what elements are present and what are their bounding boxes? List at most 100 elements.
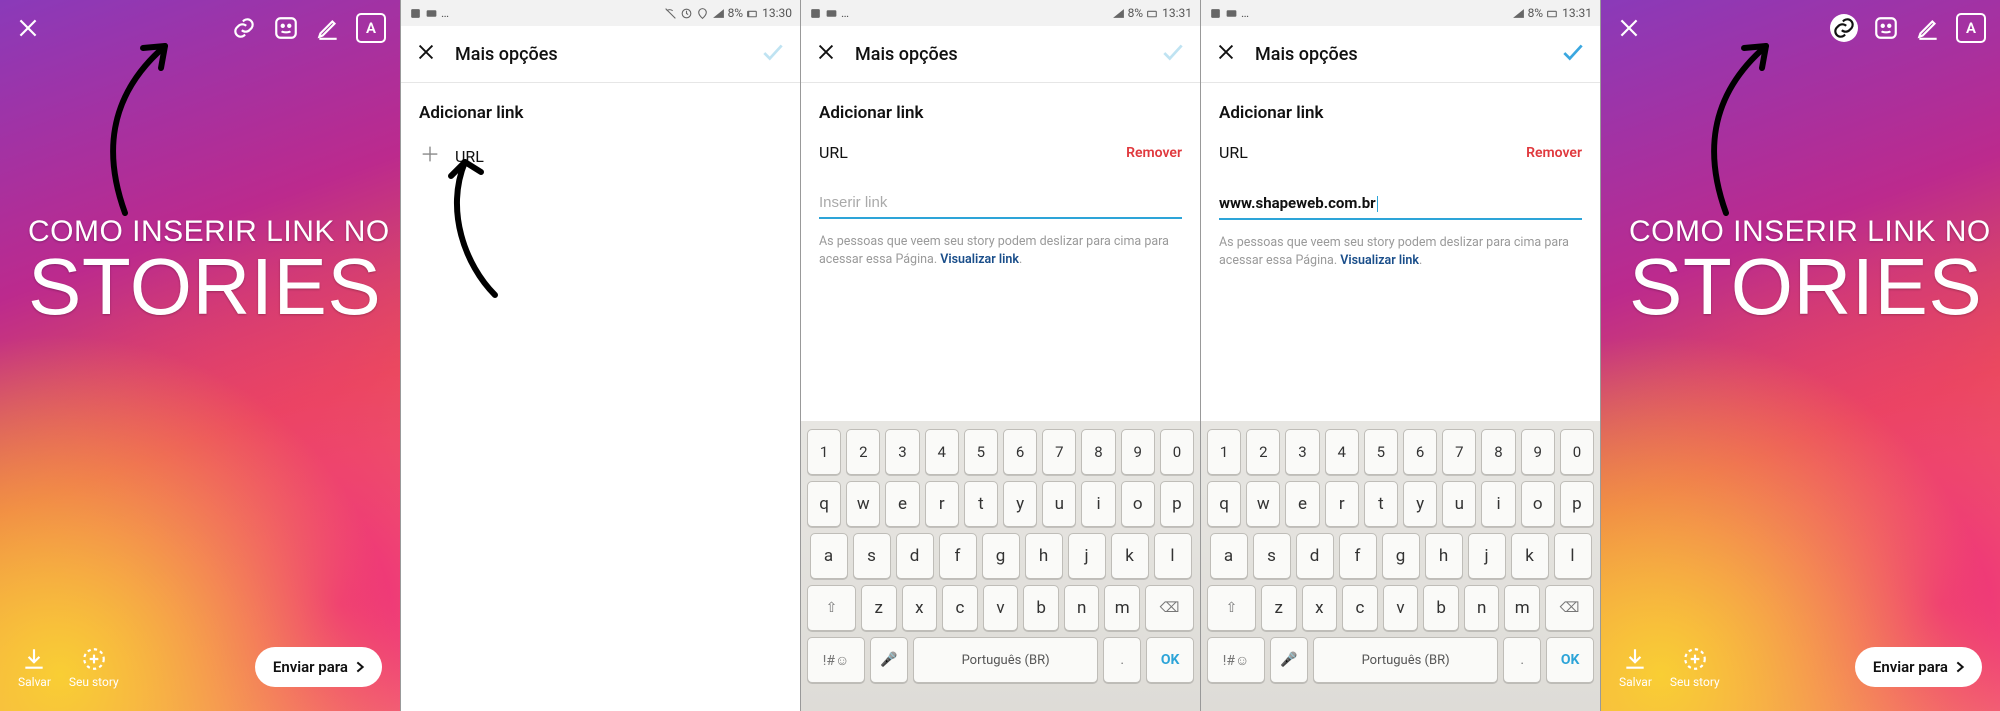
key-x[interactable]: x: [1302, 585, 1338, 631]
key-t[interactable]: t: [1364, 481, 1398, 527]
sticker-icon[interactable]: [1872, 14, 1900, 42]
key-o[interactable]: o: [1121, 481, 1155, 527]
remove-link[interactable]: Remover: [1126, 145, 1182, 161]
preview-link[interactable]: Visualizar link: [940, 252, 1019, 267]
keyboard[interactable]: 1234567890 qwertyuiop asdfghjkl ⇧ zxcvbn…: [801, 421, 1200, 711]
close-icon[interactable]: [1215, 41, 1237, 67]
key-a[interactable]: a: [810, 533, 848, 579]
dot-key[interactable]: .: [1103, 637, 1141, 683]
key-j[interactable]: j: [1068, 533, 1106, 579]
key-h[interactable]: h: [1025, 533, 1063, 579]
key-t[interactable]: t: [964, 481, 998, 527]
key-b[interactable]: b: [1023, 585, 1059, 631]
key-m[interactable]: m: [1104, 585, 1140, 631]
preview-link[interactable]: Visualizar link: [1340, 253, 1419, 268]
key-d[interactable]: d: [1296, 533, 1334, 579]
key-0[interactable]: 0: [1160, 429, 1194, 475]
key-b[interactable]: b: [1423, 585, 1459, 631]
key-4[interactable]: 4: [925, 429, 959, 475]
key-s[interactable]: s: [1253, 533, 1291, 579]
close-icon[interactable]: [415, 41, 437, 67]
save-button[interactable]: Salvar: [1619, 646, 1652, 689]
confirm-icon[interactable]: [1560, 39, 1586, 69]
key-n[interactable]: n: [1064, 585, 1100, 631]
remove-link[interactable]: Remover: [1526, 145, 1582, 161]
key-3[interactable]: 3: [1285, 429, 1319, 475]
url-input[interactable]: www.shapeweb.com.br: [1219, 190, 1582, 220]
key-6[interactable]: 6: [1403, 429, 1437, 475]
key-3[interactable]: 3: [885, 429, 919, 475]
sticker-icon[interactable]: [272, 14, 300, 42]
backspace-key[interactable]: ⌫: [1145, 585, 1194, 631]
save-button[interactable]: Salvar: [18, 646, 51, 689]
key-9[interactable]: 9: [1121, 429, 1155, 475]
key-o[interactable]: o: [1521, 481, 1555, 527]
key-q[interactable]: q: [807, 481, 841, 527]
key-v[interactable]: v: [1383, 585, 1419, 631]
key-z[interactable]: z: [1261, 585, 1297, 631]
key-p[interactable]: p: [1160, 481, 1194, 527]
close-icon[interactable]: [14, 14, 42, 42]
link-icon[interactable]: [230, 14, 258, 42]
key-y[interactable]: y: [1003, 481, 1037, 527]
key-6[interactable]: 6: [1003, 429, 1037, 475]
key-g[interactable]: g: [982, 533, 1020, 579]
key-1[interactable]: 1: [807, 429, 841, 475]
backspace-key[interactable]: ⌫: [1545, 585, 1594, 631]
close-icon[interactable]: [1615, 14, 1643, 42]
space-key[interactable]: Português (BR): [913, 637, 1098, 683]
key-w[interactable]: w: [1246, 481, 1280, 527]
key-k[interactable]: k: [1511, 533, 1549, 579]
keyboard[interactable]: 1234567890 qwertyuiop asdfghjkl ⇧ zxcvbn…: [1201, 421, 1600, 711]
your-story-button[interactable]: Seu story: [1670, 646, 1720, 689]
key-2[interactable]: 2: [846, 429, 880, 475]
key-p[interactable]: p: [1560, 481, 1594, 527]
confirm-icon[interactable]: [760, 39, 786, 69]
key-5[interactable]: 5: [964, 429, 998, 475]
draw-icon[interactable]: [314, 14, 342, 42]
key-8[interactable]: 8: [1481, 429, 1515, 475]
key-w[interactable]: w: [846, 481, 880, 527]
send-to-button[interactable]: Enviar para: [255, 647, 382, 687]
key-u[interactable]: u: [1442, 481, 1476, 527]
ok-key[interactable]: OK: [1146, 637, 1194, 683]
text-icon[interactable]: A: [356, 13, 386, 43]
key-x[interactable]: x: [902, 585, 938, 631]
key-c[interactable]: c: [1342, 585, 1378, 631]
space-key[interactable]: Português (BR): [1313, 637, 1498, 683]
symbols-key[interactable]: !#☺: [807, 637, 865, 683]
key-9[interactable]: 9: [1521, 429, 1555, 475]
mic-key[interactable]: 🎤: [870, 637, 908, 683]
key-d[interactable]: d: [896, 533, 934, 579]
key-n[interactable]: n: [1464, 585, 1500, 631]
key-u[interactable]: u: [1042, 481, 1076, 527]
key-c[interactable]: c: [942, 585, 978, 631]
key-j[interactable]: j: [1468, 533, 1506, 579]
key-m[interactable]: m: [1504, 585, 1540, 631]
symbols-key[interactable]: !#☺: [1207, 637, 1265, 683]
key-a[interactable]: a: [1210, 533, 1248, 579]
key-q[interactable]: q: [1207, 481, 1241, 527]
key-k[interactable]: k: [1111, 533, 1149, 579]
your-story-button[interactable]: Seu story: [69, 646, 119, 689]
dot-key[interactable]: .: [1503, 637, 1541, 683]
key-i[interactable]: i: [1081, 481, 1115, 527]
key-5[interactable]: 5: [1364, 429, 1398, 475]
key-z[interactable]: z: [861, 585, 897, 631]
key-f[interactable]: f: [1339, 533, 1377, 579]
link-icon[interactable]: [1830, 14, 1858, 42]
shift-key[interactable]: ⇧: [1207, 585, 1256, 631]
key-7[interactable]: 7: [1442, 429, 1476, 475]
key-v[interactable]: v: [983, 585, 1019, 631]
key-r[interactable]: r: [1325, 481, 1359, 527]
confirm-icon[interactable]: [1160, 39, 1186, 69]
key-l[interactable]: l: [1554, 533, 1592, 579]
key-4[interactable]: 4: [1325, 429, 1359, 475]
key-i[interactable]: i: [1481, 481, 1515, 527]
key-0[interactable]: 0: [1560, 429, 1594, 475]
draw-icon[interactable]: [1914, 14, 1942, 42]
key-e[interactable]: e: [885, 481, 919, 527]
key-y[interactable]: y: [1403, 481, 1437, 527]
key-f[interactable]: f: [939, 533, 977, 579]
mic-key[interactable]: 🎤: [1270, 637, 1308, 683]
